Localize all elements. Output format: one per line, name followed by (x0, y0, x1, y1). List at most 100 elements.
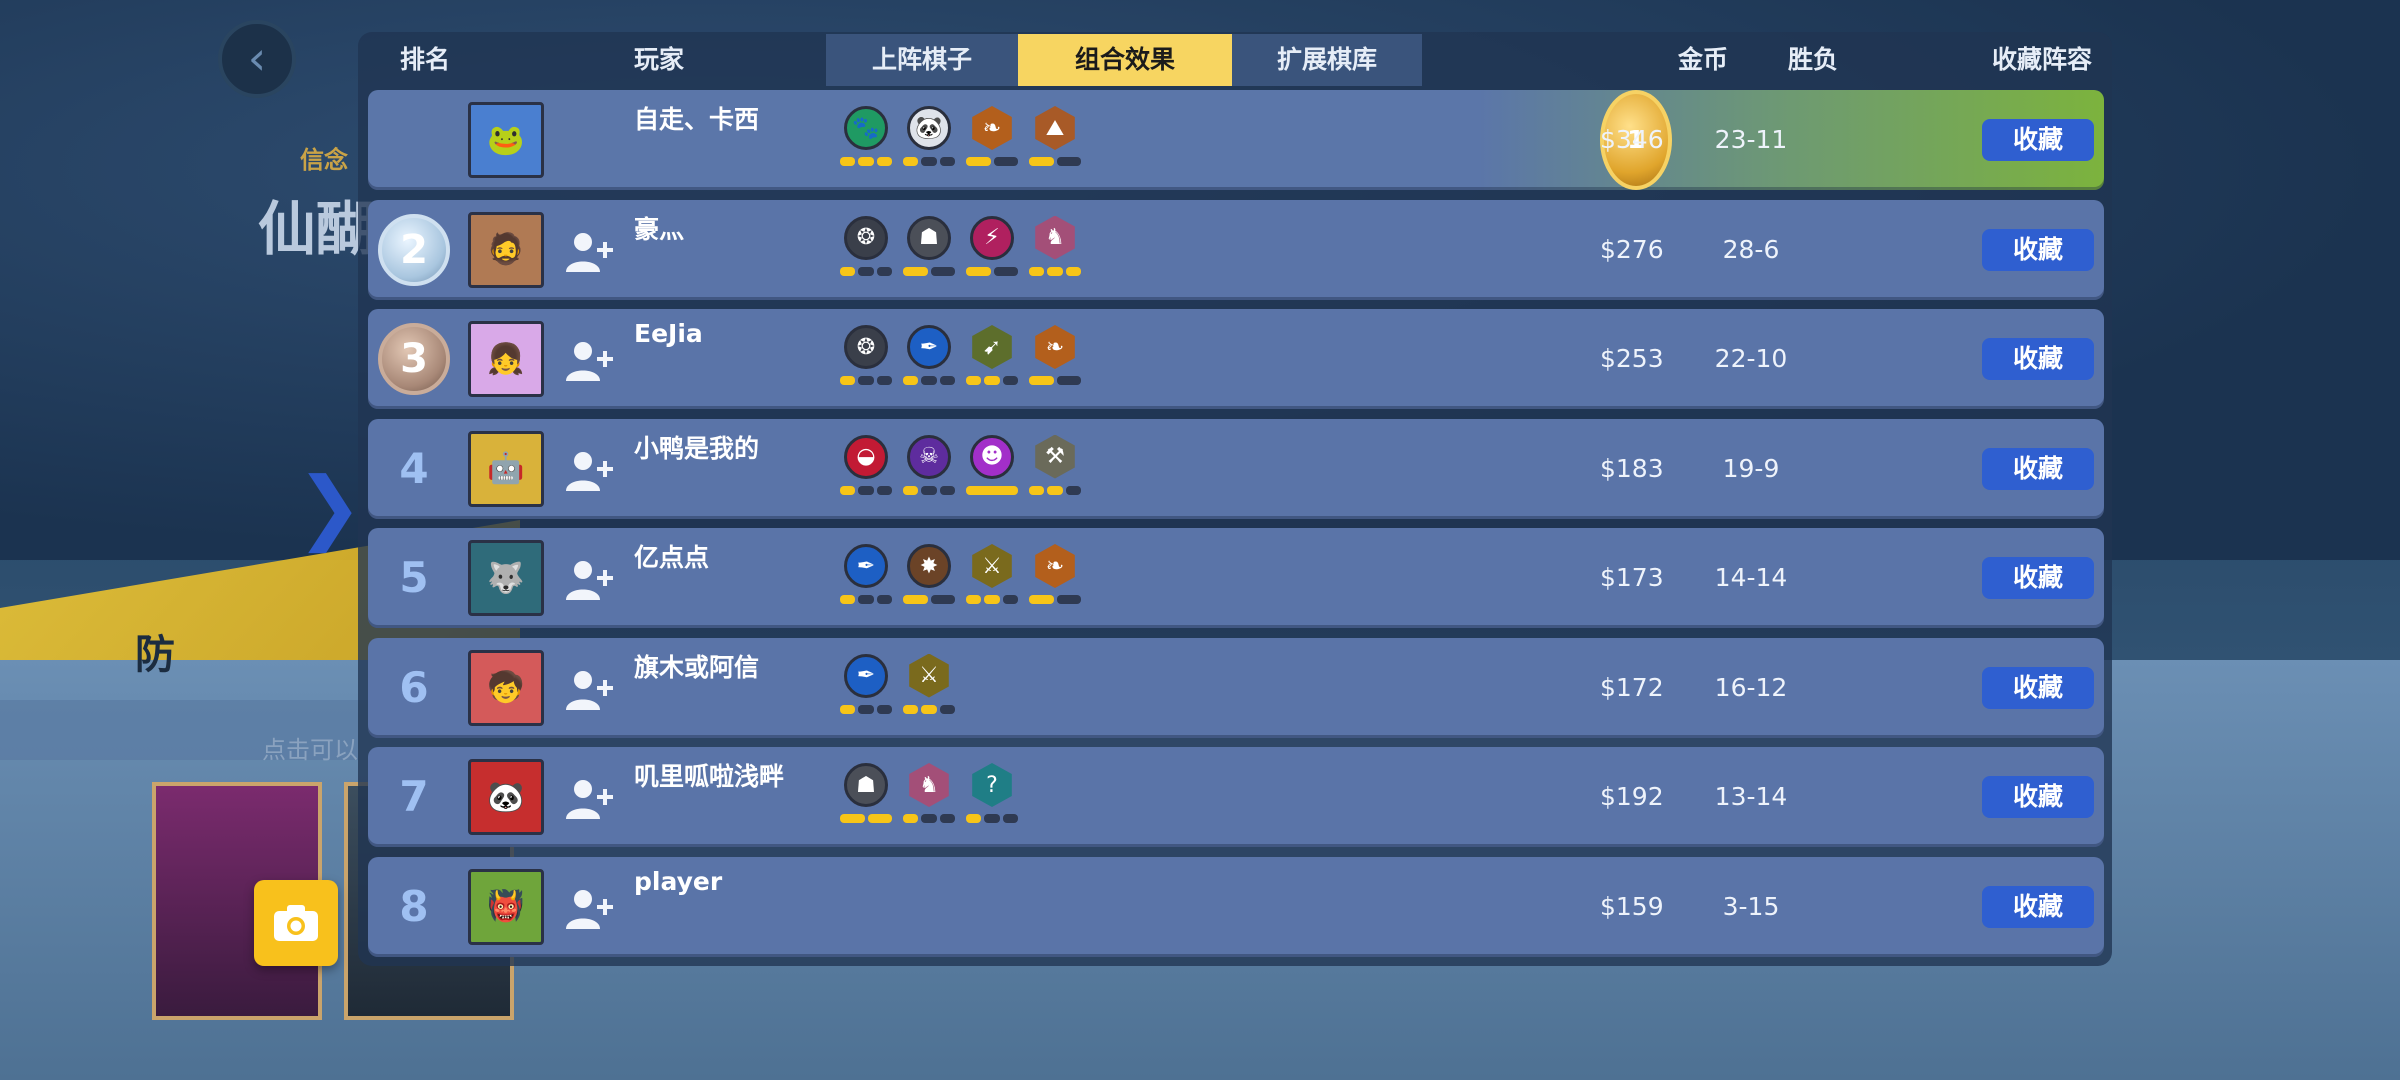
player-row[interactable]: 6 🧒 旗木或阿信 ✒ ⚔ $172 16-12 收藏 (368, 637, 2104, 738)
synergy-level (966, 485, 1018, 496)
add-friend-icon[interactable] (563, 556, 615, 602)
mountain-icon: ⛰ (1035, 106, 1075, 150)
synergy-level (966, 376, 1018, 386)
synergy-level (903, 376, 955, 386)
synergy-level-pip (840, 814, 865, 823)
screenshot-button[interactable] (254, 880, 338, 966)
add-friend-icon[interactable] (563, 228, 615, 274)
spider-icon: ✸ (907, 544, 951, 588)
synergy-badge[interactable]: ⚔ (903, 653, 955, 718)
synergy-badge[interactable]: 🐾 (840, 106, 892, 170)
player-row[interactable]: 1 🐸 自走、卡西 🐾 🐼 ❧ ⛰ $346 23-11 收藏 (368, 90, 2104, 190)
favorite-lineup-button[interactable]: 收藏 (1982, 119, 2094, 161)
synergy-badge[interactable]: ♞ (1029, 215, 1081, 280)
player-avatar[interactable]: 🐸 (468, 102, 544, 178)
synergy-badge[interactable]: ◒ (840, 434, 892, 499)
synergy-badge[interactable]: ✒ (840, 544, 892, 608)
synergy-badge[interactable]: 🐼 (903, 106, 955, 170)
synergy-level-pip (984, 814, 1000, 823)
background-hint: 点击可以 (262, 736, 358, 764)
synergy-level-pip (876, 485, 892, 495)
camera-icon (274, 905, 318, 941)
synergy-level (966, 595, 1018, 605)
synergy-level-pip (876, 376, 892, 385)
synergy-level (840, 704, 892, 715)
synergy-level (840, 595, 892, 605)
synergy-badge[interactable]: ✒ (903, 325, 955, 389)
synergy-badge[interactable]: ➹ (966, 325, 1018, 389)
synergy-badge[interactable]: ⚡ (966, 215, 1018, 280)
synergy-level (1029, 376, 1081, 386)
synergy-level-pip (939, 814, 955, 823)
player-avatar[interactable]: 🧒 (468, 649, 544, 726)
synergy-badge[interactable]: ❧ (966, 106, 1018, 170)
claw-icon: ⚡ (970, 215, 1014, 260)
gold-amount: $346 (1600, 125, 1664, 154)
tab-synergies[interactable]: 组合效果 (1018, 34, 1232, 86)
player-row[interactable]: 4 🤖 小鸭是我的 ◒ ☠ ☻ ⚒ $183 19-9 收藏 (368, 418, 2104, 519)
synergy-badge[interactable]: ⚔ (966, 544, 1018, 608)
rank-number: 4 (399, 443, 429, 493)
add-friend-icon[interactable] (563, 775, 615, 821)
synergy-level-pip (939, 704, 955, 714)
player-row[interactable]: 7 🐼 叽里呱啦浅畔 ☗ ♞ ? $192 13-14 收藏 (368, 747, 2104, 847)
favorite-lineup-button[interactable]: 收藏 (1982, 557, 2094, 599)
synergy-badge[interactable]: ❂ (840, 215, 892, 280)
synergy-level-pip (876, 157, 892, 166)
rank-medal-icon: 2 (378, 213, 450, 286)
favorite-lineup-button[interactable]: 收藏 (1982, 666, 2094, 709)
synergy-badge[interactable]: ☻ (966, 434, 1018, 499)
player-name: 亿点点 (634, 543, 710, 572)
player-avatar[interactable]: 👧 (468, 321, 544, 397)
synergy-level-pip (903, 157, 919, 166)
synergy-level (903, 595, 955, 605)
synergy-badge[interactable]: ⚒ (1029, 434, 1081, 499)
synergy-badge[interactable]: ♞ (903, 763, 955, 827)
synergy-badge[interactable]: ☗ (840, 763, 892, 827)
player-avatar[interactable]: 👹 (468, 868, 544, 945)
synergy-level-pip (921, 157, 937, 166)
add-friend-icon[interactable] (563, 885, 615, 931)
synergy-badge[interactable]: ✸ (903, 544, 955, 608)
player-avatar[interactable]: 🐺 (468, 540, 544, 616)
synergy-badge[interactable]: ☠ (903, 434, 955, 499)
scoreboard-panel: 排名 玩家 上阵棋子 组合效果 扩展棋库 金币 胜负 收藏阵容 1 🐸 自走、卡西 … (358, 32, 2112, 966)
synergy-badge[interactable]: ? (966, 763, 1018, 827)
favorite-lineup-button[interactable]: 收藏 (1982, 338, 2094, 380)
player-name: 豪灬 (634, 214, 685, 244)
chevron-right-icon: ❯ (296, 460, 364, 553)
synergy-badge[interactable]: ☗ (903, 215, 955, 280)
synergy-badge[interactable]: ⛰ (1029, 106, 1081, 170)
add-friend-icon[interactable] (563, 447, 615, 493)
favorite-lineup-button[interactable]: 收藏 (1982, 776, 2094, 818)
add-friend-icon[interactable] (563, 337, 615, 383)
tab-extended-library[interactable]: 扩展棋库 (1232, 34, 1422, 86)
player-row[interactable]: 3 👧 EeJia ❂ ✒ ➹ ❧ $253 22-10 收藏 (368, 309, 2104, 409)
feather-icon: ✒ (844, 653, 888, 698)
header-player: 玩家 (634, 45, 685, 74)
synergy-badge[interactable]: ❧ (1029, 325, 1081, 389)
paw-icon: 🐾 (844, 106, 888, 150)
background-title: 仙醐 (258, 195, 375, 263)
synergy-badge[interactable]: ❧ (1029, 544, 1081, 608)
player-avatar[interactable]: 🤖 (468, 430, 544, 507)
synergy-badge[interactable]: ✒ (840, 653, 892, 718)
favorite-lineup-button[interactable]: 收藏 (1982, 228, 2094, 271)
player-row[interactable]: 5 🐺 亿点点 ✒ ✸ ⚔ ❧ $173 14-14 收藏 (368, 528, 2104, 628)
player-row[interactable]: 2 🧔 豪灬 ❂ ☗ ⚡ ♞ $276 28-6 收藏 (368, 199, 2104, 300)
back-arrow-icon[interactable]: ‹ (218, 20, 296, 98)
synergy-level-pip (840, 704, 856, 714)
player-avatar[interactable]: 🐼 (468, 759, 544, 835)
synergy-level-pip (984, 376, 1000, 385)
favorite-lineup-button[interactable]: 收藏 (1982, 447, 2094, 490)
tab-deployed-pieces[interactable]: 上阵棋子 (826, 34, 1018, 86)
favorite-lineup-button[interactable]: 收藏 (1982, 885, 2094, 928)
synergy-level-pip (903, 814, 919, 823)
skeleton-icon: ☠ (907, 434, 951, 479)
synergy-badge[interactable]: ❂ (840, 325, 892, 389)
player-avatar[interactable]: 🧔 (468, 211, 544, 288)
synergy-level-pip (858, 485, 874, 495)
add-friend-icon[interactable] (563, 666, 615, 712)
synergy-level-pip (903, 266, 928, 276)
player-row[interactable]: 8 👹 player $159 3-15 收藏 (368, 856, 2104, 957)
